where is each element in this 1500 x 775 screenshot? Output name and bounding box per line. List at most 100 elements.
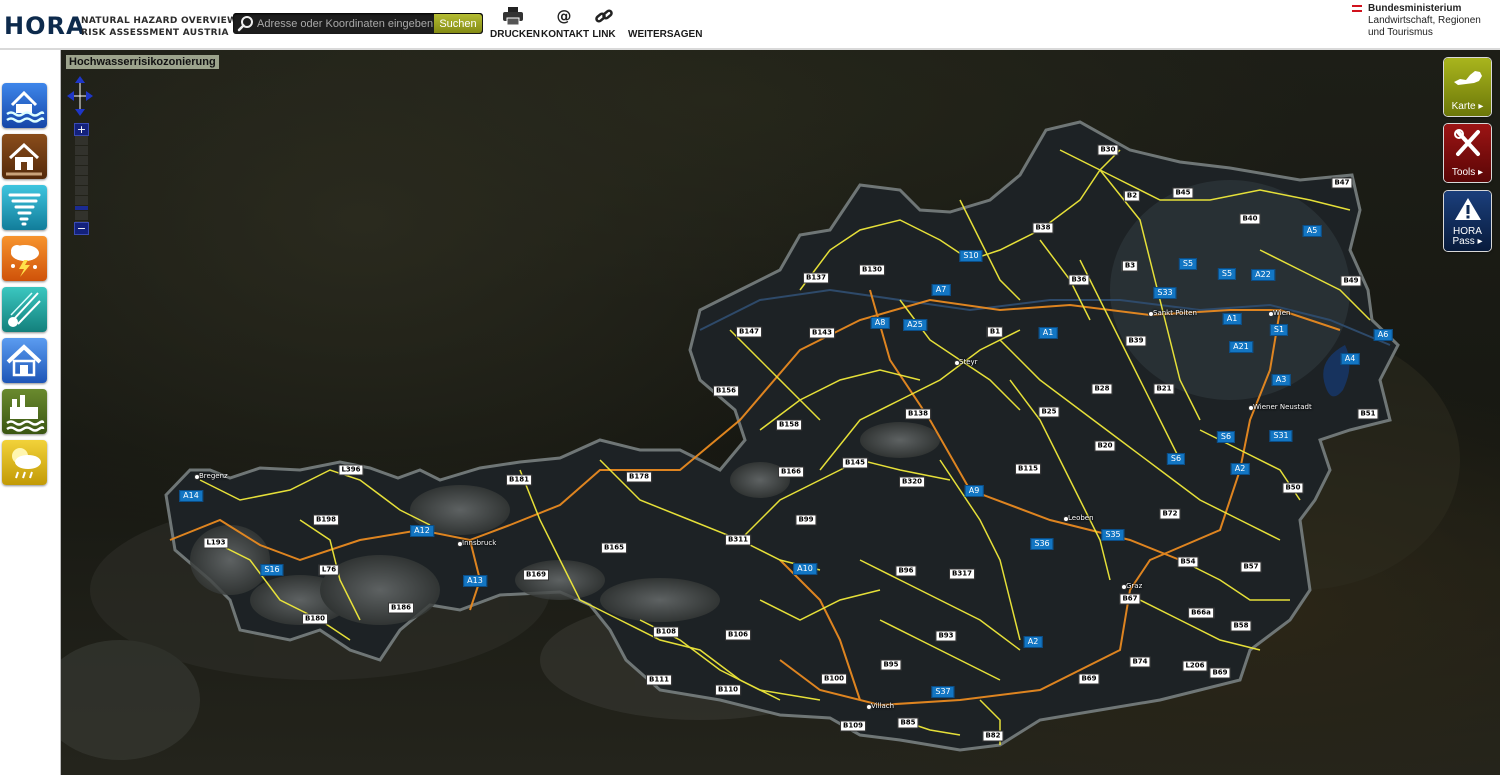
road-shield: B147 — [736, 326, 762, 338]
road-shield: A9 — [964, 485, 984, 497]
zoom-slider-step[interactable] — [75, 186, 88, 195]
zoom-slider-step[interactable] — [75, 196, 88, 205]
road-shield: S5 — [1217, 268, 1237, 280]
zoom-in-button[interactable]: + — [74, 123, 89, 136]
road-shield: B106 — [725, 629, 751, 641]
hazard-snow-button[interactable] — [2, 338, 47, 383]
search-icon — [237, 16, 253, 32]
road-shield: B69 — [1078, 673, 1100, 685]
road-shield: A14 — [179, 490, 203, 502]
share-button[interactable]: WEITERSAGEN — [628, 6, 702, 42]
road-shield: L193 — [203, 537, 229, 549]
road-shield: B145 — [842, 457, 868, 469]
road-shield: B47 — [1331, 177, 1353, 189]
hora-pass-button[interactable]: HORA Pass ▸ — [1444, 191, 1491, 251]
tornado-icon — [8, 193, 41, 226]
thunderstorm-icon — [11, 245, 39, 277]
road-shield: B320 — [899, 476, 925, 488]
city-label: Leoben — [1063, 514, 1094, 522]
road-shield: B180 — [302, 613, 328, 625]
road-shield: B82 — [982, 730, 1004, 742]
road-shield: B317 — [949, 568, 975, 580]
road-shield: B74 — [1129, 656, 1151, 668]
map-basemap[interactable] — [61, 50, 1500, 775]
road-shield: B57 — [1240, 561, 1262, 573]
search-input[interactable] — [257, 15, 433, 32]
logo-subtitle: NATURAL HAZARD OVERVIEW & RISK ASSESSMEN… — [81, 15, 249, 39]
pan-right-button[interactable] — [86, 91, 93, 101]
zoom-slider-step[interactable] — [75, 146, 88, 155]
road-shield: B156 — [713, 385, 739, 397]
road-shield: A1 — [1222, 313, 1242, 325]
road-shield: B54 — [1177, 556, 1199, 568]
hazard-earthquake-button[interactable] — [2, 287, 47, 332]
ministry-logo[interactable]: Bundesministerium Landwirtschaft, Region… — [1352, 3, 1498, 39]
hora-logo[interactable]: HORA — [4, 14, 86, 38]
road-shield: L76 — [318, 564, 340, 576]
active-layer-title: Hochwasserrisikozonierung — [66, 55, 219, 69]
hazard-hail-button[interactable] — [2, 236, 47, 281]
hazard-storm-button[interactable] — [2, 185, 47, 230]
zoom-slider[interactable] — [75, 136, 88, 230]
map-panel-button[interactable]: Karte ▸ — [1444, 58, 1491, 116]
road-shield: B36 — [1068, 274, 1090, 286]
road-shield: A21 — [1229, 341, 1253, 353]
road-shield: L206 — [1182, 660, 1208, 672]
contact-label: KONTAKT — [541, 29, 590, 40]
road-shield: B130 — [859, 264, 885, 276]
zoom-slider-step[interactable] — [75, 156, 88, 165]
hazard-climate-button[interactable] — [2, 440, 47, 485]
hazard-flood-button[interactable] — [2, 83, 47, 128]
svg-text:@: @ — [557, 7, 572, 25]
torrent-house-icon — [6, 142, 42, 176]
zoom-slider-handle[interactable] — [75, 206, 88, 210]
road-shield: B69 — [1209, 667, 1231, 679]
tools-panel-button[interactable]: Tools ▸ — [1444, 124, 1491, 182]
at-sign-icon: @ — [557, 7, 572, 25]
road-shield: B85 — [897, 717, 919, 729]
pan-left-button[interactable] — [67, 91, 74, 101]
zoom-slider-step[interactable] — [75, 136, 88, 145]
link-button[interactable]: LINK — [589, 6, 619, 42]
zoom-slider-step[interactable] — [75, 211, 88, 220]
road-shield: B311 — [725, 534, 751, 546]
hazard-runoff-button[interactable] — [2, 134, 47, 179]
road-shield: B28 — [1091, 383, 1113, 395]
road-shield: B45 — [1172, 187, 1194, 199]
road-shield: B3 — [1121, 260, 1139, 272]
road-shield: B2 — [1123, 190, 1141, 202]
road-shield: A3 — [1271, 374, 1291, 386]
search-button[interactable]: Suchen — [434, 14, 482, 33]
road-shield: B39 — [1125, 335, 1147, 347]
contact-button[interactable]: @ KONTAKT — [541, 6, 590, 42]
zoom-slider-step[interactable] — [75, 166, 88, 175]
road-shield: B166 — [778, 466, 804, 478]
logo-subtitle-line1: NATURAL HAZARD OVERVIEW & — [81, 16, 249, 26]
zoom-out-button[interactable]: − — [74, 222, 89, 235]
industry-water-icon — [6, 395, 45, 432]
road-shield: S1 — [1269, 324, 1289, 336]
road-shield: B1 — [986, 326, 1004, 338]
pan-up-button[interactable] — [75, 76, 85, 83]
logo-subtitle-line2: RISK ASSESSMENT AUSTRIA — [81, 28, 229, 38]
road-shield: S6 — [1216, 431, 1236, 443]
road-shield: A22 — [1251, 269, 1275, 281]
pan-down-button[interactable] — [75, 109, 85, 116]
road-shield: B51 — [1357, 408, 1379, 420]
road-shield: B66a — [1188, 607, 1214, 619]
pan-control — [67, 76, 93, 116]
road-shield: B178 — [626, 471, 652, 483]
printer-icon — [503, 7, 523, 26]
austria-flag-icon — [1352, 5, 1362, 12]
hazard-flashflood-button[interactable] — [2, 389, 47, 434]
road-shield: B20 — [1094, 440, 1116, 452]
map-canvas[interactable]: Hochwasserrisikozonierung + − B30 B47 B2 B4… — [61, 50, 1500, 775]
road-shield: A8 — [870, 317, 890, 329]
zoom-slider-step[interactable] — [75, 176, 88, 185]
share-icon — [628, 6, 698, 26]
tools-icon — [1454, 129, 1480, 156]
city-label: Bregenz — [194, 472, 228, 480]
print-button[interactable]: DRUCKEN — [490, 6, 540, 42]
road-shield: B100 — [821, 673, 847, 685]
road-shield: A25 — [903, 319, 927, 331]
